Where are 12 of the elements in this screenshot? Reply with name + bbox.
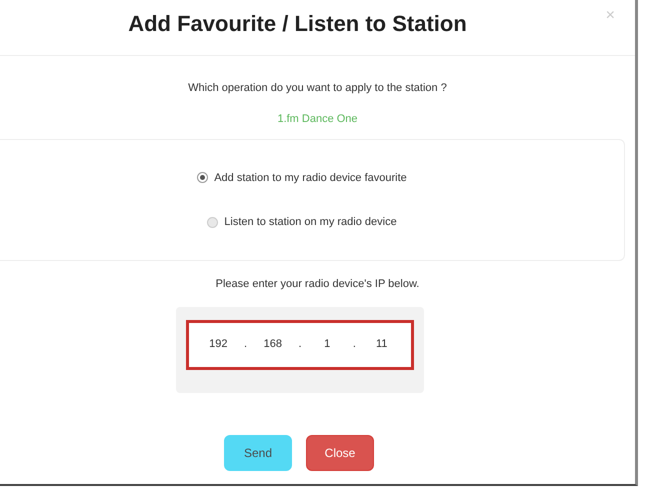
radio-button[interactable] [197,172,208,184]
station-name: 1.fm Dance One [276,112,359,126]
radio-button[interactable] [207,216,218,228]
ip-separator: . [244,337,248,352]
ip-separator: . [298,337,302,352]
option-label[interactable]: Add station to my radio device favourite [214,170,407,186]
ip-separator: . [352,337,356,352]
ip-prompt: Please enter your radio device's IP below. [214,277,420,292]
option-label[interactable]: Listen to station on my radio device [224,214,397,230]
dialog-title: Add Favourite / Listen to Station [128,11,467,38]
close-button[interactable]: Close [306,434,374,470]
question-text: Which operation do you want to apply to the station ? [187,81,448,96]
